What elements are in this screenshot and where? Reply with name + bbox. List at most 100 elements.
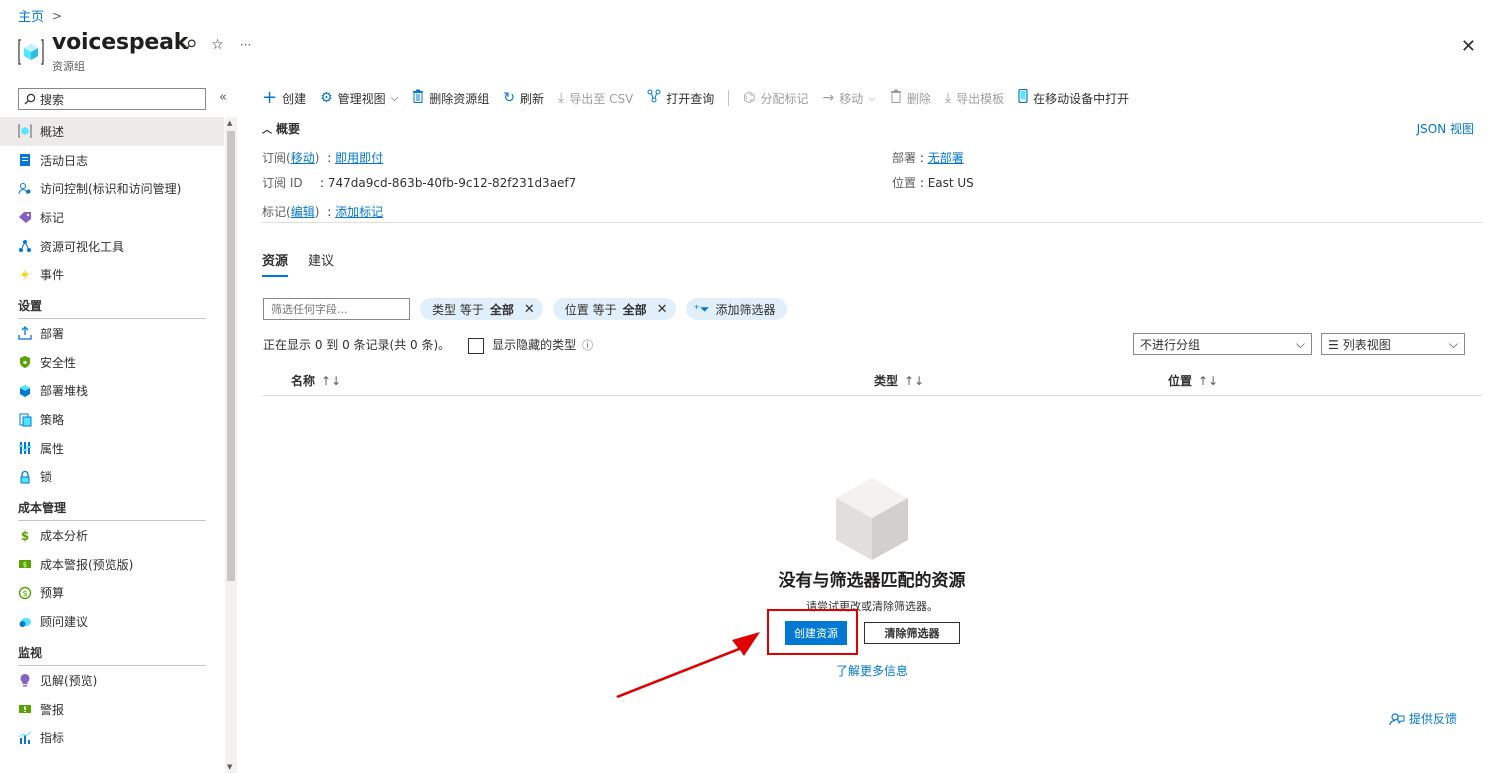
trash-icon [412,89,424,107]
sidebar-item-policies[interactable]: 策略 [0,405,224,434]
delete-button[interactable]: 删除 [890,89,931,107]
page-subtitle: 资源组 [52,60,85,73]
deployments-link[interactable]: 无部署 [928,151,964,165]
create-button[interactable]: + 创建 [262,89,306,107]
mobile-icon [1018,88,1028,107]
sidebar-item-deployment-stacks[interactable]: 部署堆栈 [0,377,224,406]
column-header-location[interactable]: 位置 ↑↓ [1168,372,1218,389]
show-hidden-checkbox[interactable] [468,337,485,354]
sidebar-search-input[interactable]: 搜索 [18,88,206,110]
assign-tags-button[interactable]: ⌬ 分配标记 [743,90,808,107]
sidebar-item-cost-analysis[interactable]: $ 成本分析 [0,521,224,550]
collapse-sidebar-icon[interactable]: « [219,90,227,105]
subscription-id-label: 订阅 ID [262,176,303,190]
feedback-label: 提供反馈 [1409,712,1458,726]
tab-recommendations[interactable]: 建议 [308,250,334,277]
more-icon[interactable]: ··· [240,38,251,52]
type-filter-value: 全部 [489,302,514,317]
sidebar-item-label: 指标 [40,731,65,746]
create-resource-button[interactable]: 创建资源 [785,621,847,645]
record-count: 正在显示 0 到 0 条记录(共 0 条)。 [263,338,451,353]
sidebar-item-events[interactable]: 事件 [0,260,224,289]
group-by-select[interactable]: 不进行分组 ⌵ [1133,333,1312,355]
column-label: 位置 [1168,374,1193,388]
toolbar-divider [728,90,730,106]
add-filter-button[interactable]: ⁺⏷ 添加筛选器 [685,298,788,320]
sidebar-item-overview[interactable]: 概述 [0,117,224,146]
tab-resources[interactable]: 资源 [262,250,289,277]
column-header-type[interactable]: 类型 ↑↓ [874,372,924,389]
manage-view-button[interactable]: ⚙ 管理视图 ⌵ [320,90,398,107]
deployments-label: 部署 [892,151,917,165]
view-mode-value: 列表视图 [1342,337,1391,352]
column-header-name[interactable]: 名称 ↑↓ [291,372,341,389]
subscription-link[interactable]: 即用即付 [335,151,383,165]
sidebar-item-tags[interactable]: 标记 [0,203,224,232]
close-icon[interactable]: ✕ [524,302,535,317]
sidebar-item-alerts[interactable]: 警报 [0,695,224,724]
delete-label: 删除 [906,91,931,106]
shield-icon [18,355,32,369]
type-filter-pill[interactable]: 类型 等于 全部 ✕ [420,298,543,320]
sidebar-item-access-control[interactable]: 访问控制(标识和访问管理) [0,174,224,203]
refresh-icon: ↻ [503,90,516,106]
export-csv-button[interactable]: ⤓ 导出至 CSV [558,90,633,107]
sidebar-item-locks[interactable]: 锁 [0,463,224,492]
filter-input[interactable] [263,298,410,320]
sidebar-item-properties[interactable]: 属性 [0,434,224,463]
add-filter-label: 添加筛选器 [715,302,776,317]
command-bar: + 创建 ⚙ 管理视图 ⌵ 删除资源组 ↻ 刷新 ⤓ 导出至 CSV 打开查询 … [262,88,1129,108]
sidebar-item-deployments[interactable]: 部署 [0,319,224,348]
add-tags-link[interactable]: 添加标记 [335,205,383,219]
alert-icon [18,702,32,716]
close-icon[interactable]: ✕ [1461,36,1476,57]
star-icon[interactable]: ☆ [211,37,224,53]
sidebar-item-metrics[interactable]: 指标 [0,723,224,752]
location-filter-label: 位置 等于 [564,302,617,317]
move-button[interactable]: → 移动 ⌵ [823,90,876,107]
sidebar-item-resource-visualizer[interactable]: 资源可视化工具 [0,232,224,261]
add-filter-icon: ⁺⏷ [693,301,710,316]
location-filter-pill[interactable]: 位置 等于 全部 ✕ [552,298,676,320]
essentials-location: 位置 : East US [892,176,974,190]
breadcrumb-home[interactable]: 主页 [18,6,44,25]
empty-state-subtitle: 请尝试更改或清除筛选器。 [806,600,938,613]
export-template-button[interactable]: ⤓ 导出模板 [945,90,1004,107]
sidebar-section-settings: 设置 [0,289,224,320]
refresh-button[interactable]: ↻ 刷新 [503,90,544,107]
clear-filters-button[interactable]: 清除筛选器 [864,622,960,644]
tag-icon: ⌬ [743,90,756,106]
chevron-down-icon: ⌵ [868,92,876,104]
arrow-right-icon: → [822,90,835,106]
column-label: 类型 [874,374,899,388]
sidebar-item-label: 资源可视化工具 [40,239,125,254]
essentials-subscription: 订阅(移动) : 即用即付 [262,151,384,165]
close-icon[interactable]: ✕ [657,302,668,317]
sidebar-item-activity-log[interactable]: 活动日志 [0,146,224,175]
chevron-down-icon: ⌵ [1448,336,1458,351]
sidebar-item-security[interactable]: 安全性 [0,348,224,377]
tags-edit-link[interactable]: 编辑 [291,205,315,219]
open-query-button[interactable]: 打开查询 [647,89,714,107]
scroll-down-icon[interactable]: ▼ [227,763,232,771]
subscription-id-value: 747da9cd-863b-40fb-9c12-82f231d3aef7 [327,176,577,190]
open-in-mobile-button[interactable]: 在移动设备中打开 [1018,88,1129,107]
essentials-toggle[interactable]: ︿ 概要 [262,120,300,137]
refresh-label: 刷新 [520,91,545,106]
json-view-link[interactable]: JSON 视图 [1417,120,1474,137]
view-mode-select[interactable]: ☰ 列表视图 ⌵ [1321,333,1465,355]
scrollbar-thumb[interactable] [227,131,235,581]
activity-log-icon [18,153,32,167]
tab-bar: 资源 建议 [262,250,334,277]
info-icon[interactable]: ⓘ [582,339,593,352]
scroll-up-icon[interactable]: ▲ [227,119,232,127]
feedback-link[interactable]: 提供反馈 [1389,710,1457,727]
sidebar-item-label: 部署 [40,326,65,341]
deploy-icon [18,326,32,341]
show-hidden-types[interactable]: 显示隐藏的类型 ⓘ [468,336,593,354]
delete-resource-group-button[interactable]: 删除资源组 [412,89,489,107]
subscription-move-link[interactable]: 移动 [291,151,315,165]
advisor-icon [18,615,32,629]
empty-cube-icon [836,478,908,560]
red-arrow-annotation [616,632,760,698]
